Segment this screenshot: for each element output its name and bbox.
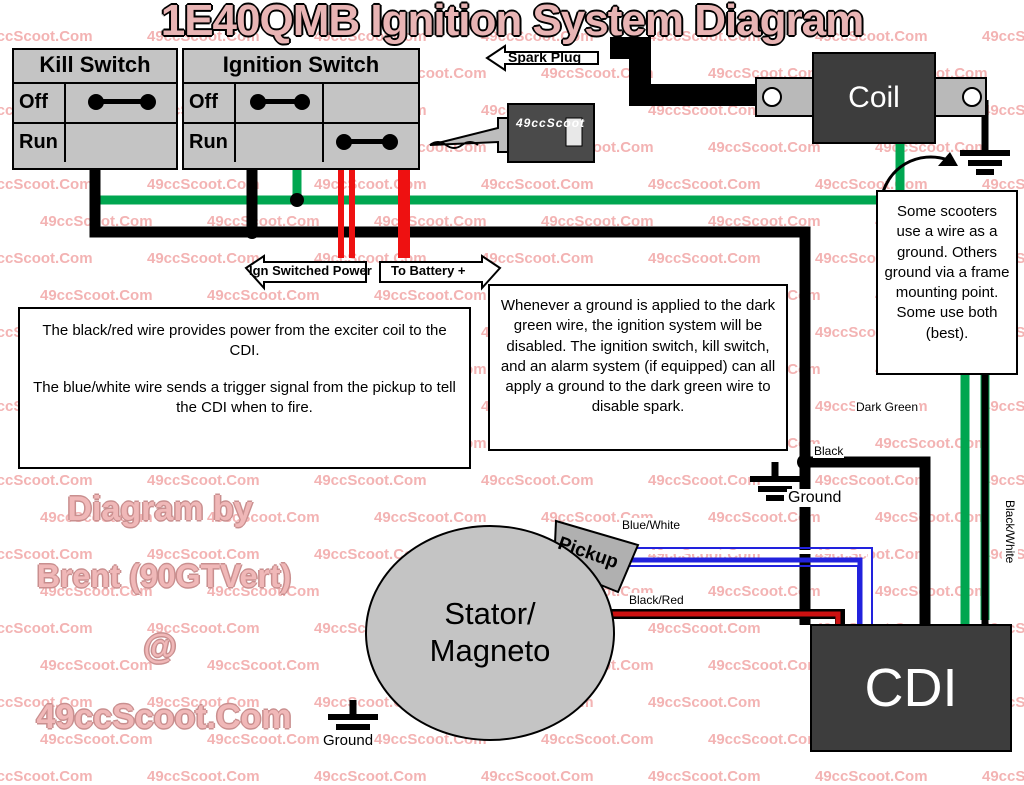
wire-label-black-red: Black/Red	[628, 593, 685, 607]
ign-switched-power-label: Ign Switched Power	[249, 263, 372, 278]
watermark-text: 49ccScoot.Com	[0, 768, 93, 785]
stator-label-line2: Magneto	[429, 633, 551, 668]
ignition-switch-row-run: Run	[184, 124, 418, 162]
kill-switch-off-label: Off	[19, 91, 48, 113]
contact-bar	[258, 99, 302, 104]
note-right: Some scooters use a wire as a ground. Ot…	[876, 190, 1018, 375]
watermark-text: 49ccScoot.Com	[314, 768, 427, 785]
spark-plug-brand-text: 49ccScoot	[516, 116, 586, 130]
watermark-text: 49ccScoot.Com	[481, 768, 594, 785]
cdi-label: CDI	[864, 658, 958, 718]
kill-switch-title: Kill Switch	[14, 50, 176, 84]
stator-label-line1: Stator/	[444, 596, 536, 632]
cdi-component: CDI	[810, 624, 1012, 752]
coil-component: Coil	[812, 52, 936, 144]
kill-switch-row-off: Off	[14, 84, 176, 124]
note-left: The black/red wire provides power from t…	[18, 307, 471, 469]
watermark-text: 49ccScoot.Com	[982, 768, 1024, 785]
junction-dot	[290, 193, 304, 207]
wire-label-blue-white: Blue/White	[621, 518, 682, 532]
watermark-text: 49ccScoot.Com	[147, 768, 260, 785]
ignition-switch-row-off: Off	[184, 84, 418, 124]
ignition-switch-table: Ignition Switch Off Run	[182, 48, 420, 170]
kill-switch-row-run: Run	[14, 124, 176, 162]
page-title: 1E40QMB Ignition System Diagram	[160, 0, 865, 45]
watermark-text: 49ccScoot.Com	[815, 768, 928, 785]
byline-line2: Brent (90GTVert)	[36, 558, 292, 594]
wire-label-dark-green: Dark Green	[855, 400, 920, 414]
ignition-switch-run-label: Run	[189, 131, 228, 153]
spark-plug-callout-label: Spark Plug	[508, 49, 582, 65]
red-wire-group	[338, 168, 410, 258]
watermark-text: 49ccScoot.Com	[648, 768, 761, 785]
diagram-canvas: 49ccScoot.Com 49ccScoot.Com 49ccScoot.Com 4…	[0, 0, 1024, 785]
coil-label: Coil	[848, 81, 900, 114]
byline-line1: Diagram by	[67, 490, 253, 528]
note-left-p2: The blue/white wire sends a trigger sign…	[33, 378, 456, 416]
spark-plug-body	[429, 103, 595, 163]
contact-bar	[344, 139, 390, 144]
contact-bar	[96, 99, 148, 104]
note-middle: Whenever a ground is applied to the dark…	[488, 284, 788, 451]
ground-label-top: Ground	[787, 489, 843, 507]
ignition-switch-off-label: Off	[189, 91, 218, 113]
wire-label-black-white: Black/White	[1002, 500, 1018, 564]
ground-label-bottom: Ground	[322, 732, 375, 749]
byline-line3: @	[143, 628, 177, 666]
note-left-p1: The black/red wire provides power from t…	[42, 322, 447, 360]
junction-dot	[245, 225, 259, 239]
byline-line4: 49ccScoot.Com	[36, 698, 292, 736]
ignition-switch-title: Ignition Switch	[184, 50, 418, 84]
ground-symbol-coil	[960, 150, 1010, 175]
kill-switch-table: Kill Switch Off Run	[12, 48, 178, 170]
wire-label-black: Black	[813, 444, 845, 458]
kill-switch-run-label: Run	[19, 131, 58, 153]
junction-dot	[797, 454, 813, 470]
to-battery-label: To Battery +	[391, 263, 466, 278]
